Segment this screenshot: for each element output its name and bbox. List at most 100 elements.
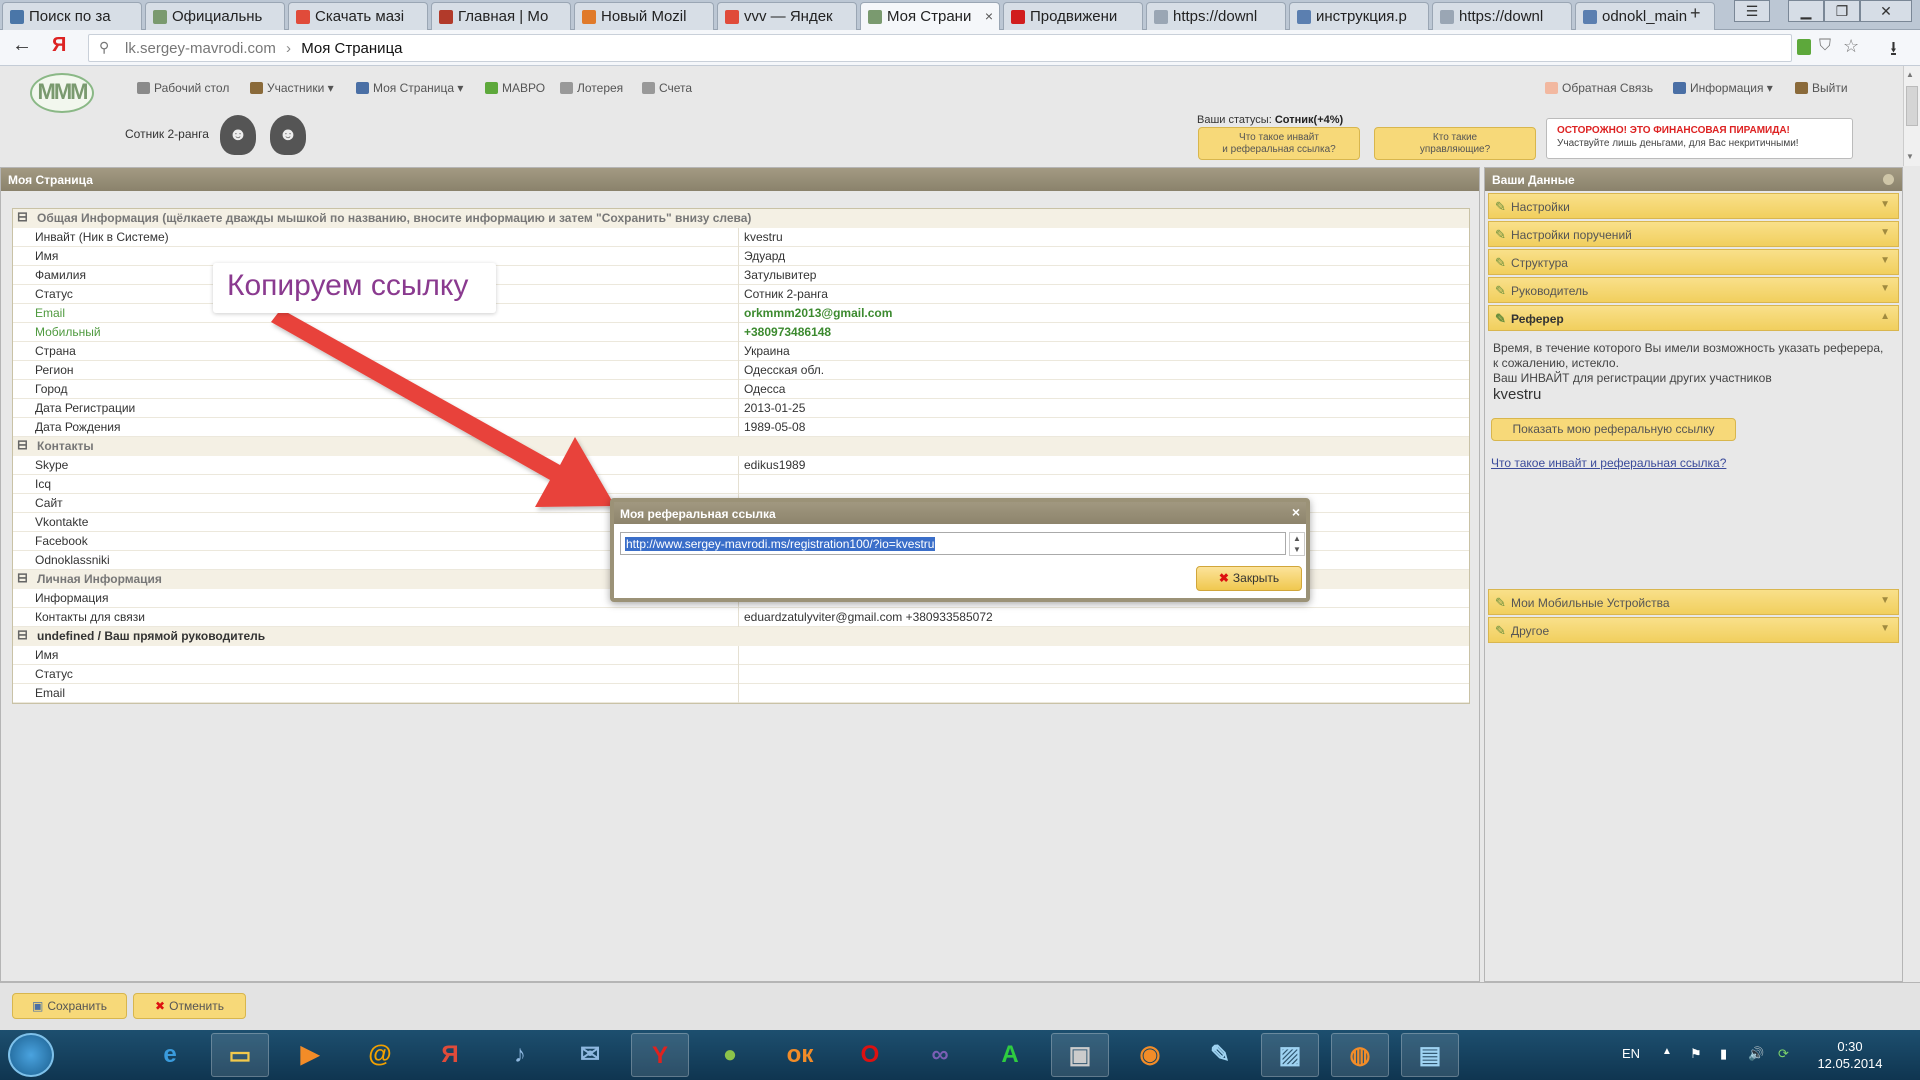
table-row[interactable]: Регион Одесская обл. <box>13 361 1469 380</box>
accordion-item[interactable]: ✎ Настройки ▼ <box>1488 193 1899 219</box>
terminal-icon[interactable]: ▣ <box>1051 1033 1109 1077</box>
browser-tab[interactable]: Скачать мазі <box>288 2 428 30</box>
who-are-managers-button[interactable]: Кто такие управляющие? <box>1374 127 1536 160</box>
mail-icon[interactable]: ✉ <box>561 1033 619 1077</box>
maximize-button[interactable]: ❐ <box>1824 0 1860 22</box>
photos-icon[interactable]: ▨ <box>1261 1033 1319 1077</box>
what-is-invite-button[interactable]: Что такое инвайт и реферальная ссылка? <box>1198 127 1360 160</box>
table-row[interactable]: Дата Рождения 1989-05-08 <box>13 418 1469 437</box>
media-player-icon[interactable]: ▶ <box>281 1033 339 1077</box>
visual-studio-icon[interactable]: ∞ <box>911 1033 969 1077</box>
opera-icon[interactable]: O <box>841 1033 899 1077</box>
ie-icon[interactable]: e <box>141 1033 199 1077</box>
taskbar-clock[interactable]: 0:30 12.05.2014 <box>1810 1038 1890 1072</box>
group-header[interactable]: ⊟ Общая Информация (щёлкаете дважды мышко… <box>13 209 1469 228</box>
monitor-icon[interactable]: ▤ <box>1401 1033 1459 1077</box>
browser-tab[interactable]: https://downl <box>1146 2 1286 30</box>
referral-link-text[interactable]: http://www.sergey-mavrodi.ms/registratio… <box>625 537 936 551</box>
group-header[interactable]: ⊟ Контакты <box>13 437 1469 456</box>
nav-item[interactable]: Счета <box>642 81 692 95</box>
window-list-button[interactable]: ☰ <box>1734 0 1770 22</box>
info-icon[interactable] <box>1883 174 1894 185</box>
table-row[interactable]: Имя <box>13 646 1469 665</box>
mmm-logo[interactable]: MMM <box>30 73 94 113</box>
close-icon[interactable]: × <box>1292 504 1300 520</box>
browser-tab[interactable]: https://downl <box>1432 2 1572 30</box>
table-row[interactable]: Город Одесса <box>13 380 1469 399</box>
volume-icon[interactable]: 🔊 <box>1748 1046 1764 1062</box>
field-value[interactable]: Одесская обл. <box>744 363 824 377</box>
url-field[interactable]: ⚲ lk.sergey-mavrodi.com › Моя Страница ⛉… <box>88 34 1859 62</box>
show-referral-link-button[interactable]: Показать мою реферальную ссылку <box>1491 418 1736 441</box>
field-value[interactable]: Эдуард <box>744 249 785 263</box>
table-row[interactable]: Страна Украина <box>13 342 1469 361</box>
accordion-item[interactable]: ✎ Структура ▼ <box>1488 249 1899 275</box>
back-arrow-icon[interactable]: ← <box>12 34 32 57</box>
network-icon[interactable]: ▮ <box>1720 1046 1727 1062</box>
language-indicator[interactable]: EN <box>1622 1046 1640 1061</box>
table-row[interactable]: Статус <box>13 665 1469 684</box>
field-value[interactable]: Сотник 2-ранга <box>744 287 828 301</box>
yandex-browser-icon[interactable]: Y <box>631 1033 689 1077</box>
ball-icon[interactable]: ● <box>701 1033 759 1077</box>
collapse-toggle-icon[interactable]: ⊟ <box>17 627 28 643</box>
field-value[interactable]: kvestru <box>744 230 783 244</box>
collapse-toggle-icon[interactable]: ⊟ <box>17 209 28 225</box>
browser-tab[interactable]: vvv — Яндек <box>717 2 857 30</box>
action-center-icon[interactable]: ⚑ <box>1690 1046 1702 1062</box>
notepad-icon[interactable]: ✎ <box>1191 1033 1249 1077</box>
page-scrollbar[interactable]: ▲ ▼ <box>1903 66 1920 166</box>
nav-right-item[interactable]: Выйти <box>1795 81 1848 95</box>
field-value[interactable]: 2013-01-25 <box>744 401 805 415</box>
field-value[interactable]: Одесса <box>744 382 785 396</box>
explorer-icon[interactable]: ▭ <box>211 1033 269 1077</box>
browser-tab[interactable]: инструкция.р <box>1289 2 1429 30</box>
accordion-item[interactable]: ✎ Мои Мобильные Устройства ▼ <box>1488 589 1899 615</box>
what-is-invite-link[interactable]: Что такое инвайт и реферальная ссылка? <box>1491 456 1726 470</box>
table-row[interactable]: Дата Регистрации 2013-01-25 <box>13 399 1469 418</box>
browser-tab[interactable]: Новый Mozil <box>574 2 714 30</box>
table-row[interactable]: Icq <box>13 475 1469 494</box>
close-dialog-button[interactable]: ✖ Закрыть <box>1196 566 1302 591</box>
new-tab-button[interactable]: + <box>1690 3 1701 24</box>
yandex-logo[interactable]: Я <box>52 34 66 57</box>
origin-icon[interactable]: ◉ <box>1121 1033 1179 1077</box>
minimize-button[interactable]: ▁ <box>1788 0 1824 22</box>
tray-expand-icon[interactable]: ▲ <box>1662 1046 1672 1057</box>
start-button[interactable] <box>8 1033 54 1077</box>
browser-tab[interactable]: Официальнь <box>145 2 285 30</box>
close-window-button[interactable]: ✕ <box>1860 0 1912 22</box>
field-value[interactable]: edikus1989 <box>744 458 805 472</box>
odnoklassniki-icon[interactable]: ок <box>771 1033 829 1077</box>
table-row[interactable]: Email <box>13 684 1469 703</box>
tab-close-icon[interactable]: × <box>985 8 993 24</box>
browser-tab[interactable]: Моя Страни × <box>860 2 1000 30</box>
browser-tab[interactable]: Поиск по за <box>2 2 142 30</box>
collapse-toggle-icon[interactable]: ⊟ <box>17 437 28 453</box>
accordion-item[interactable]: ✎ Реферер ▲ <box>1488 305 1899 331</box>
mail-ru-agent-icon[interactable]: @ <box>351 1033 409 1077</box>
group-header[interactable]: ⊟ undefined / Ваш прямой руководитель <box>13 627 1469 646</box>
nav-item[interactable]: Моя Страница ▾ <box>356 81 463 95</box>
accordion-item[interactable]: ✎ Настройки поручений ▼ <box>1488 221 1899 247</box>
nav-item[interactable]: Лотерея <box>560 81 623 95</box>
browser-tab[interactable]: Продвижени <box>1003 2 1143 30</box>
accordion-item[interactable]: ✎ Руководитель ▼ <box>1488 277 1899 303</box>
nav-item[interactable]: Участники ▾ <box>250 81 334 95</box>
field-value[interactable]: Затулывитер <box>744 268 816 282</box>
nav-item[interactable]: Рабочий стол <box>137 81 229 95</box>
field-value[interactable]: eduardzatulyviter@gmail.com +38093358507… <box>744 610 993 624</box>
cancel-button[interactable]: ✖ Отменить <box>133 993 246 1019</box>
download-icon[interactable]: ⭳ <box>1890 34 1897 68</box>
yandex-icon[interactable]: Я <box>421 1033 479 1077</box>
browser-tab[interactable]: Главная | Мо <box>431 2 571 30</box>
field-value[interactable]: +380973486148 <box>744 325 831 339</box>
sound-icon[interactable]: ♪ <box>491 1033 549 1077</box>
save-button[interactable]: ▣ Сохранить <box>12 993 127 1019</box>
sync-icon[interactable]: ⟳ <box>1778 1046 1789 1062</box>
field-value[interactable]: Украина <box>744 344 790 358</box>
nav-right-item[interactable]: Информация ▾ <box>1673 81 1773 95</box>
referral-link-field[interactable]: http://www.sergey-mavrodi.ms/registratio… <box>620 532 1286 555</box>
bookmark-star-icon[interactable]: ☆ <box>1843 36 1859 57</box>
field-value[interactable]: orkmmm2013@gmail.com <box>744 306 892 320</box>
